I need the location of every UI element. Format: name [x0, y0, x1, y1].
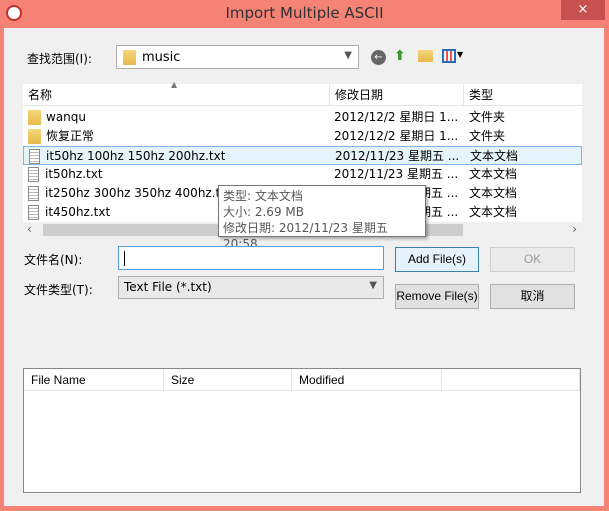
- file-name: it250hz 300hz 350hz 400hz.txt: [45, 186, 233, 200]
- file-name: it450hz.txt: [45, 205, 111, 219]
- column-filler: [442, 369, 580, 391]
- file-type: 文本文档: [470, 149, 519, 163]
- file-date: 2012/11/23 星期五 ...: [335, 149, 460, 163]
- file-type: 文本文档: [469, 167, 518, 181]
- column-file-name[interactable]: File Name: [24, 369, 164, 391]
- file-row[interactable]: 恢复正常 2012/12/2 星期日 1... 文件夹: [23, 127, 582, 146]
- scroll-right-icon[interactable]: ›: [572, 222, 577, 236]
- close-button[interactable]: ×: [561, 0, 605, 20]
- file-name: it50hz 100hz 150hz 200hz.txt: [46, 149, 226, 163]
- file-name: 恢复正常: [46, 129, 95, 143]
- file-tooltip: 类型: 文本文档 大小: 2.69 MB 修改日期: 2012/11/23 星期…: [218, 185, 426, 251]
- filetype-label: 文件类型(T):: [24, 283, 93, 297]
- tooltip-type: 类型: 文本文档: [223, 189, 303, 203]
- file-date: 2012/12/2 星期日 1...: [334, 129, 459, 143]
- sort-ascending-icon: ▲: [171, 80, 178, 89]
- back-icon[interactable]: ←: [371, 50, 386, 65]
- text-cursor: [124, 251, 125, 266]
- file-date: 2012/12/2 星期日 1...: [334, 110, 459, 124]
- filename-input[interactable]: [118, 246, 384, 270]
- file-date: 2012/11/23 星期五 ...: [334, 167, 459, 181]
- folder-icon: [123, 50, 136, 65]
- remove-files-button[interactable]: Remove File(s): [395, 284, 479, 309]
- column-type[interactable]: 类型: [464, 84, 582, 106]
- cancel-button[interactable]: 取消: [490, 284, 575, 309]
- column-modified[interactable]: Modified: [292, 369, 442, 391]
- chevron-down-icon: ▼: [369, 280, 377, 291]
- folder-icon: [28, 110, 41, 125]
- selected-files-list[interactable]: File Name Size Modified: [23, 368, 581, 493]
- file-row[interactable]: it50hz 100hz 150hz 200hz.txt 2012/11/23 …: [23, 146, 582, 165]
- look-in-label: 查找范围(I):: [27, 52, 92, 66]
- look-in-dropdown[interactable]: music ▼: [116, 45, 359, 69]
- text-file-icon: [28, 186, 39, 201]
- filetype-dropdown[interactable]: Text File (*.txt) ▼: [118, 276, 384, 299]
- add-files-button[interactable]: Add File(s): [395, 247, 479, 272]
- text-file-icon: [28, 167, 39, 182]
- file-type: 文本文档: [469, 186, 518, 200]
- scroll-left-icon[interactable]: ‹: [27, 222, 32, 236]
- file-name: it50hz.txt: [45, 167, 103, 181]
- view-menu-icon[interactable]: ▼: [442, 49, 466, 64]
- new-folder-icon[interactable]: [418, 50, 433, 62]
- up-folder-icon[interactable]: ⬆: [394, 48, 410, 66]
- file-name: wanqu: [46, 110, 86, 124]
- app-icon: [6, 5, 22, 21]
- folder-icon: [28, 129, 41, 144]
- ok-button[interactable]: OK: [490, 247, 575, 272]
- file-type: 文件夹: [469, 110, 506, 124]
- column-date[interactable]: 修改日期: [330, 84, 464, 106]
- file-type: 文件夹: [469, 129, 506, 143]
- look-in-value: music: [142, 50, 181, 65]
- window-title: Import Multiple ASCII: [225, 4, 384, 22]
- file-row[interactable]: wanqu 2012/12/2 星期日 1... 文件夹: [23, 108, 582, 127]
- text-file-icon: [29, 149, 40, 164]
- chevron-down-icon: ▼: [344, 50, 352, 61]
- column-size[interactable]: Size: [164, 369, 292, 391]
- text-file-icon: [28, 205, 39, 220]
- filename-label: 文件名(N):: [24, 253, 83, 267]
- filetype-value: Text File (*.txt): [124, 280, 212, 294]
- file-row[interactable]: it50hz.txt 2012/11/23 星期五 ... 文本文档: [23, 165, 582, 184]
- file-type: 文本文档: [469, 205, 518, 219]
- tooltip-size: 大小: 2.69 MB: [223, 205, 304, 219]
